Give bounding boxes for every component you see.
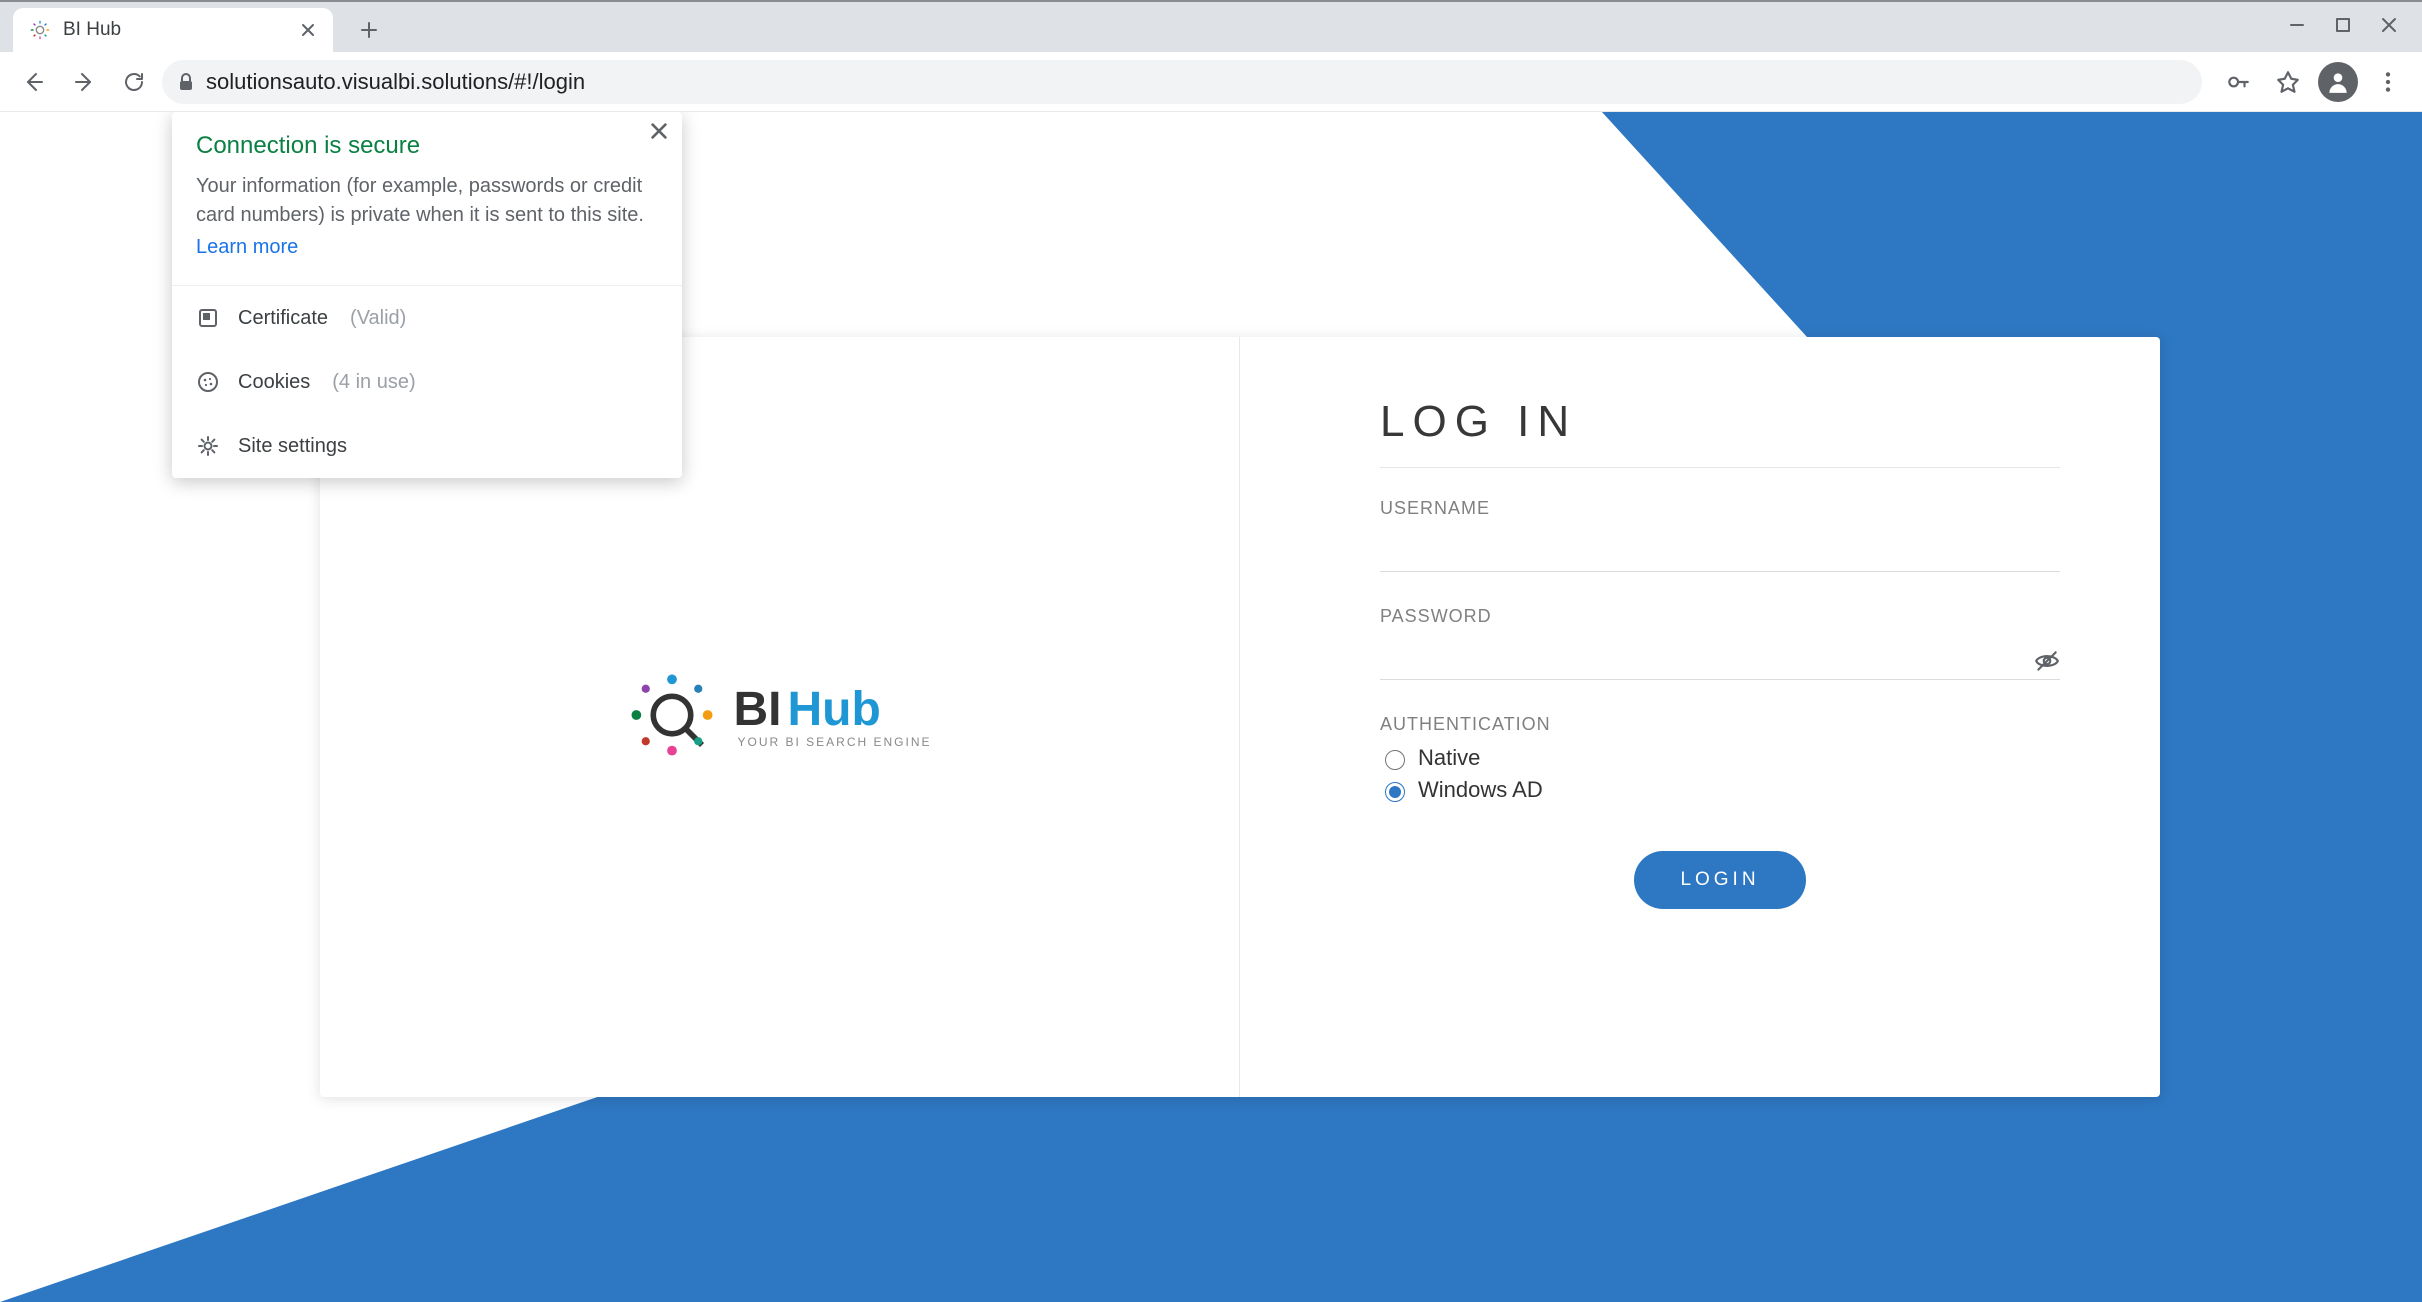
- certificate-label: Certificate: [238, 307, 328, 330]
- url-text: solutionsauto.visualbi.solutions/#!/logi…: [206, 69, 2188, 95]
- tab-title: BI Hub: [63, 19, 289, 41]
- tab-close-icon[interactable]: [301, 23, 315, 37]
- certificate-icon: [196, 306, 220, 330]
- auth-option-native-label: Native: [1418, 745, 1480, 771]
- window-controls: [2288, 2, 2422, 52]
- new-tab-button[interactable]: [349, 10, 389, 50]
- profile-avatar[interactable]: [2316, 60, 2360, 104]
- certificate-status: (Valid): [350, 307, 406, 330]
- username-input[interactable]: [1380, 529, 2060, 572]
- forward-button[interactable]: [62, 60, 106, 104]
- browser-toolbar: solutionsauto.visualbi.solutions/#!/logi…: [0, 52, 2422, 112]
- password-key-icon[interactable]: [2216, 60, 2260, 104]
- cookies-label: Cookies: [238, 371, 310, 394]
- cookie-icon: [196, 370, 220, 394]
- auth-option-windows-ad[interactable]: Windows AD: [1380, 777, 2060, 803]
- radio-windows-ad[interactable]: [1385, 782, 1405, 802]
- gear-icon: [196, 434, 220, 458]
- bookmark-star-icon[interactable]: [2266, 60, 2310, 104]
- reload-button[interactable]: [112, 60, 156, 104]
- cookies-status: (4 in use): [332, 371, 415, 394]
- login-button[interactable]: LOGIN: [1634, 851, 1805, 909]
- login-heading: LOG IN: [1380, 397, 2060, 447]
- logo-hub: Hub: [787, 683, 880, 736]
- login-form: LOG IN USERNAME PASSWORD AUTHENTICATION …: [1240, 337, 2160, 1097]
- divider: [1380, 467, 2060, 468]
- popover-close-icon[interactable]: [650, 122, 668, 140]
- password-label: PASSWORD: [1380, 606, 2060, 627]
- site-settings-label: Site settings: [238, 435, 347, 458]
- auth-option-windows-ad-label: Windows AD: [1418, 777, 1543, 803]
- auth-option-native[interactable]: Native: [1380, 745, 2060, 771]
- logo-tagline: YOUR BI SEARCH ENGINE: [737, 736, 931, 748]
- page-viewport: BIHub YOUR BI SEARCH ENGINE LOG IN USERN…: [0, 112, 2422, 1302]
- minimize-icon[interactable]: [2288, 16, 2306, 39]
- browser-tab[interactable]: BI Hub: [13, 8, 333, 52]
- toggle-password-visibility-icon[interactable]: [2034, 648, 2060, 674]
- site-info-popover: Connection is secure Your information (f…: [172, 112, 682, 478]
- learn-more-link[interactable]: Learn more: [196, 236, 298, 259]
- site-settings-row[interactable]: Site settings: [172, 414, 682, 478]
- close-icon[interactable]: [2380, 16, 2398, 39]
- logo-bi: BI: [733, 683, 781, 736]
- radio-native[interactable]: [1385, 750, 1405, 770]
- kebab-menu-icon[interactable]: [2366, 60, 2410, 104]
- auth-label: AUTHENTICATION: [1380, 714, 2060, 735]
- password-input[interactable]: [1380, 637, 2060, 680]
- browser-titlebar: BI Hub: [0, 0, 2422, 52]
- popover-heading: Connection is secure: [196, 132, 658, 160]
- back-button[interactable]: [12, 60, 56, 104]
- popover-description: Your information (for example, passwords…: [196, 172, 658, 230]
- lock-icon[interactable]: [176, 72, 196, 92]
- username-label: USERNAME: [1380, 498, 2060, 519]
- maximize-icon[interactable]: [2334, 16, 2352, 39]
- cookies-row[interactable]: Cookies (4 in use): [172, 350, 682, 414]
- address-bar[interactable]: solutionsauto.visualbi.solutions/#!/logi…: [162, 60, 2202, 104]
- logo-mark-icon: [627, 670, 717, 765]
- favicon-icon: [29, 19, 51, 41]
- certificate-row[interactable]: Certificate (Valid): [172, 286, 682, 350]
